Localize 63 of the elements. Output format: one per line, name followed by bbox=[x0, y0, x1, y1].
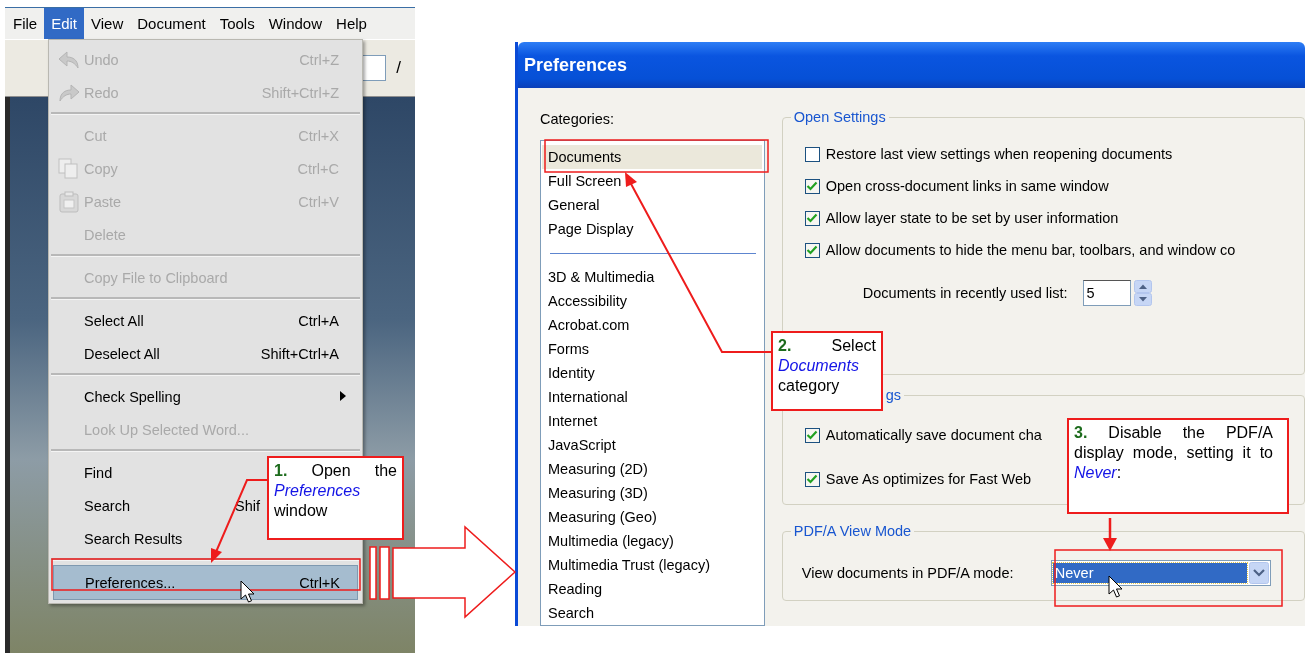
checkbox[interactable] bbox=[804, 178, 820, 194]
category-item[interactable]: Measuring (Geo) bbox=[542, 505, 762, 529]
menu-bar-item[interactable]: File bbox=[6, 8, 45, 39]
option-label: Open cross-document links in same window bbox=[825, 178, 1109, 194]
copy-pages-icon bbox=[57, 157, 80, 180]
option-label: Allow documents to hide the menu bar, toolbars, and window co bbox=[825, 242, 1236, 258]
callout-tooltip: 2. Select Documents category bbox=[771, 331, 883, 411]
option-label: Allow layer state to be set by user information bbox=[825, 210, 1119, 226]
menu-bar-item[interactable]: Document bbox=[130, 8, 213, 39]
category-item[interactable]: Multimedia Trust (legacy) bbox=[542, 553, 762, 577]
menu-bar-item[interactable]: Edit bbox=[44, 8, 85, 39]
menu-bar-item[interactable]: Tools bbox=[212, 8, 262, 39]
category-item[interactable]: JavaScript bbox=[542, 433, 762, 457]
chevron-down-icon bbox=[1248, 562, 1269, 584]
menu-bar-item[interactable]: Help bbox=[329, 8, 374, 39]
checkbox[interactable] bbox=[804, 427, 820, 443]
spinner-arrows-icon[interactable] bbox=[1134, 280, 1153, 306]
category-item[interactable]: International bbox=[542, 385, 762, 409]
category-item[interactable]: Multimedia (legacy) bbox=[542, 529, 762, 553]
pointer-arrow bbox=[1103, 518, 1117, 551]
redo-arrow-icon bbox=[57, 82, 80, 103]
pdfa-mode-dropdown[interactable]: Never bbox=[1050, 560, 1271, 586]
category-item[interactable]: Documents bbox=[542, 145, 762, 169]
clipboard-icon bbox=[57, 190, 80, 213]
option-label: Restore last view settings when reopening documents bbox=[825, 146, 1173, 162]
group-title: Open Settings bbox=[790, 108, 889, 126]
undo-arrow-icon bbox=[57, 49, 80, 70]
callout-tooltip: 1. Open the Preferences window bbox=[267, 456, 404, 540]
category-item[interactable]: Search bbox=[542, 601, 762, 625]
page-separator: / bbox=[396, 58, 401, 78]
category-item[interactable]: Full Screen bbox=[542, 169, 762, 193]
menu-item[interactable]: Check Spelling bbox=[53, 380, 358, 413]
checkbox[interactable] bbox=[804, 146, 820, 162]
category-item[interactable]: Measuring (3D) bbox=[542, 481, 762, 505]
category-item[interactable]: Internet bbox=[542, 409, 762, 433]
option-label: Save As optimizes for Fast Web bbox=[825, 471, 1031, 487]
mouse-cursor-icon bbox=[1108, 575, 1123, 598]
checkbox[interactable] bbox=[804, 210, 820, 226]
submenu-arrow-icon bbox=[340, 391, 346, 401]
menu-item[interactable]: Preferences... Ctrl+K bbox=[53, 565, 358, 600]
menu-bar-item[interactable]: Window bbox=[261, 8, 330, 39]
menu-bar-item[interactable]: View bbox=[84, 8, 131, 39]
category-item[interactable]: Page Display bbox=[542, 217, 762, 241]
recent-count-field[interactable]: 5 bbox=[1083, 280, 1132, 306]
option-label: Automatically save document cha bbox=[825, 427, 1042, 443]
recent-list-label: Documents in recently used list: bbox=[862, 285, 1068, 301]
category-item[interactable]: Acrobat.com bbox=[542, 313, 762, 337]
category-item[interactable]: 3D & Multimedia bbox=[542, 265, 762, 289]
dialog-title: Preferences bbox=[518, 42, 1305, 88]
category-item[interactable]: Reading bbox=[542, 577, 762, 601]
checkbox[interactable] bbox=[804, 242, 820, 258]
pdfa-mode-label: View documents in PDF/A mode: bbox=[801, 565, 1015, 581]
category-item[interactable]: Accessibility bbox=[542, 289, 762, 313]
category-item[interactable]: General bbox=[542, 193, 762, 217]
checkbox[interactable] bbox=[804, 471, 820, 487]
category-item[interactable]: Forms bbox=[542, 337, 762, 361]
category-item[interactable]: Measuring (2D) bbox=[542, 457, 762, 481]
menu-item[interactable]: Select All Ctrl+A bbox=[53, 304, 358, 337]
categories-label: Categories: bbox=[540, 110, 616, 129]
mouse-cursor-icon bbox=[240, 580, 255, 603]
callout-tooltip: 3. Disable the PDF/A display mode, setting it to Never: bbox=[1067, 418, 1289, 514]
category-item[interactable]: Identity bbox=[542, 361, 762, 385]
menu-item[interactable]: Deselect All Shift+Ctrl+A bbox=[53, 337, 358, 370]
